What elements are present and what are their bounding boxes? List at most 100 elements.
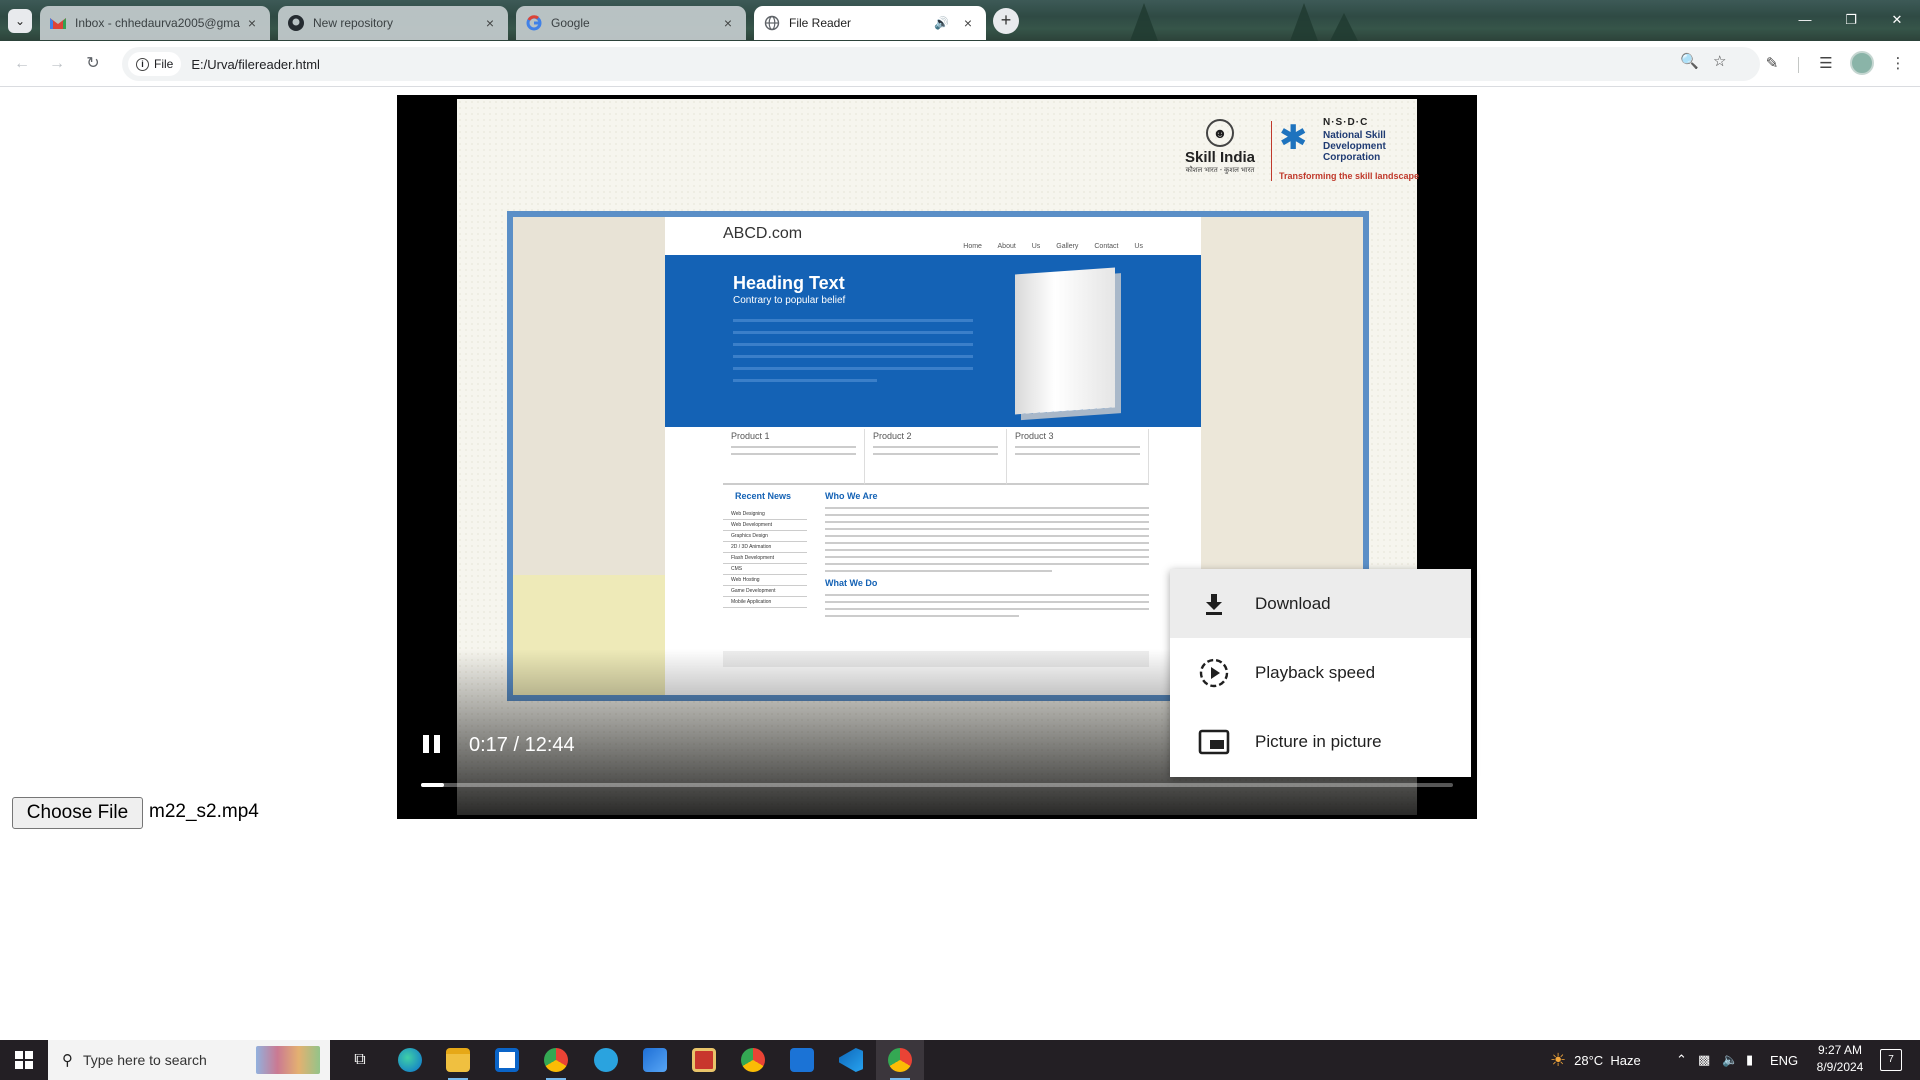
volume-icon[interactable]: 🔈 bbox=[1722, 1040, 1738, 1080]
taskbar-edge[interactable] bbox=[386, 1040, 434, 1080]
product-card: Product 1 bbox=[723, 429, 865, 485]
tab-search-button[interactable]: ⌄ bbox=[8, 9, 32, 33]
chip-label: File bbox=[154, 57, 174, 71]
vscode-icon bbox=[839, 1048, 863, 1072]
calendar-icon bbox=[692, 1048, 716, 1072]
forward-button[interactable]: → bbox=[45, 52, 69, 76]
extensions-icon[interactable]: ✎ bbox=[1760, 52, 1784, 76]
folder-icon bbox=[446, 1048, 470, 1072]
info-icon: i bbox=[136, 57, 149, 71]
speaker-icon[interactable]: 🔊 bbox=[934, 16, 952, 30]
nsdc-tagline: Transforming the skill landscape bbox=[1279, 171, 1420, 181]
weather-widget[interactable]: ☀ 28°C Haze bbox=[1550, 1040, 1641, 1080]
taskbar-chrome-2[interactable] bbox=[729, 1040, 777, 1080]
taskbar-chrome[interactable] bbox=[532, 1040, 580, 1080]
taskbar-calendar-app[interactable] bbox=[680, 1040, 728, 1080]
download-icon bbox=[1198, 588, 1230, 620]
menu-item-download[interactable]: Download bbox=[1170, 569, 1471, 638]
menu-item-label: Download bbox=[1255, 593, 1331, 613]
taskbar-mail[interactable] bbox=[778, 1040, 826, 1080]
close-window-icon[interactable]: ✕ bbox=[1882, 8, 1912, 32]
haze-sun-icon: ☀ bbox=[1550, 1049, 1567, 1070]
taskbar-vscode[interactable] bbox=[827, 1040, 875, 1080]
windows-taskbar: ⚲ Type here to search ⧉ ☀ 28°C Haze ⌃ ▩ … bbox=[0, 1040, 1920, 1080]
menu-item-playback-speed[interactable]: Playback speed bbox=[1170, 638, 1471, 707]
gmail-icon bbox=[50, 15, 66, 31]
choose-file-button[interactable]: Choose File bbox=[12, 797, 143, 829]
chevron-down-icon: ⌄ bbox=[14, 14, 26, 28]
product-card: Product 3 bbox=[1007, 429, 1149, 485]
sample-website: ABCD.com Home About Us Gallery Contact U… bbox=[665, 217, 1201, 695]
taskbar-clock[interactable]: 9:27 AM 8/9/2024 bbox=[1804, 1042, 1876, 1076]
browser-toolbar: ← → ↻ i File E:/Urva/filereader.html 🔍 ☆… bbox=[0, 41, 1920, 87]
product-card: Product 2 bbox=[865, 429, 1007, 485]
picture-in-picture-icon bbox=[1198, 726, 1230, 758]
taskbar-telegram[interactable] bbox=[582, 1040, 630, 1080]
browser-tab-strip: ⌄ Inbox - chhedaurva2005@gma × New repos… bbox=[0, 0, 1920, 41]
menu-item-picture-in-picture[interactable]: Picture in picture bbox=[1170, 707, 1471, 776]
tab-gmail[interactable]: Inbox - chhedaurva2005@gma × bbox=[40, 6, 270, 40]
taskbar-app[interactable] bbox=[631, 1040, 679, 1080]
edge-icon bbox=[398, 1048, 422, 1072]
nsdc-name: National Skill Development Corporation bbox=[1323, 130, 1386, 163]
restore-icon[interactable]: ❐ bbox=[1836, 8, 1866, 32]
profile-avatar[interactable] bbox=[1850, 51, 1874, 75]
close-tab-icon[interactable]: × bbox=[960, 15, 976, 31]
progress-fill bbox=[421, 783, 444, 787]
nsdc-acronym: N·S·D·C bbox=[1323, 117, 1369, 128]
taskbar-store[interactable] bbox=[483, 1040, 531, 1080]
tab-github[interactable]: New repository × bbox=[278, 6, 508, 40]
video-overflow-menu: Download Playback speed Picture in pictu… bbox=[1170, 569, 1471, 777]
app-icon bbox=[643, 1048, 667, 1072]
address-bar[interactable]: i File E:/Urva/filereader.html bbox=[122, 47, 1760, 81]
hero-subheading: Contrary to popular belief bbox=[733, 295, 846, 306]
site-hero: Heading Text Contrary to popular belief bbox=[665, 255, 1201, 427]
weather-text: 28°C Haze bbox=[1574, 1052, 1641, 1068]
nsdc-star-icon: ✱ bbox=[1279, 119, 1308, 157]
more-menu-icon[interactable]: ⋮ bbox=[1886, 52, 1910, 76]
tab-file-reader[interactable]: File Reader 🔊 × bbox=[754, 6, 986, 40]
battery-icon[interactable]: ▮ bbox=[1746, 1040, 1753, 1080]
new-tab-button[interactable]: + bbox=[993, 8, 1019, 34]
skill-india-subtext: कौशल भारत - कुशल भारत bbox=[1185, 167, 1255, 174]
taskbar-chrome-active[interactable] bbox=[876, 1040, 924, 1080]
bookmark-star-icon[interactable]: ☆ bbox=[1713, 52, 1726, 70]
progress-bar[interactable] bbox=[421, 783, 1453, 787]
media-controls-icon[interactable]: ☰ bbox=[1814, 52, 1838, 76]
google-icon bbox=[526, 15, 542, 31]
windows-logo-icon bbox=[15, 1051, 33, 1069]
reload-button[interactable]: ↻ bbox=[81, 52, 105, 76]
language-indicator[interactable]: ENG bbox=[1770, 1040, 1798, 1080]
url-text[interactable]: E:/Urva/filereader.html bbox=[191, 57, 320, 72]
search-placeholder: Type here to search bbox=[83, 1052, 207, 1068]
search-icon: ⚲ bbox=[62, 1052, 73, 1069]
taskbar-search[interactable]: ⚲ Type here to search bbox=[48, 1040, 330, 1080]
recent-news: Recent News Web Designing Web Developmen… bbox=[723, 491, 807, 608]
chrome-icon bbox=[741, 1048, 765, 1072]
notifications-icon[interactable]: 7 bbox=[1880, 1049, 1902, 1071]
chrome-icon bbox=[888, 1048, 912, 1072]
minimize-icon[interactable]: — bbox=[1790, 8, 1820, 32]
background-tree bbox=[1290, 3, 1318, 41]
task-view-button[interactable]: ⧉ bbox=[336, 1040, 384, 1080]
show-hidden-icons[interactable]: ⌃ bbox=[1676, 1040, 1687, 1080]
pause-icon bbox=[434, 735, 440, 753]
tab-title: New repository bbox=[313, 16, 394, 30]
close-tab-icon[interactable]: × bbox=[482, 15, 498, 31]
close-tab-icon[interactable]: × bbox=[720, 15, 736, 31]
site-info-chip[interactable]: i File bbox=[128, 52, 182, 76]
back-button[interactable]: ← bbox=[10, 52, 34, 76]
logos: ☻ Skill India कौशल भारत - कुशल भारत ✱ N·… bbox=[1175, 117, 1419, 189]
start-button[interactable] bbox=[0, 1040, 48, 1080]
network-icon[interactable]: ▩ bbox=[1698, 1040, 1710, 1080]
hero-text-lines bbox=[733, 319, 973, 391]
pause-button[interactable] bbox=[423, 735, 443, 755]
taskbar-file-explorer[interactable] bbox=[434, 1040, 482, 1080]
tab-google[interactable]: Google × bbox=[516, 6, 746, 40]
zoom-icon[interactable]: 🔍 bbox=[1680, 52, 1699, 70]
tab-title: Google bbox=[551, 16, 590, 30]
close-tab-icon[interactable]: × bbox=[244, 15, 260, 31]
skill-india-text: Skill India bbox=[1184, 149, 1256, 166]
tab-title: Inbox - chhedaurva2005@gma bbox=[75, 16, 240, 30]
menu-item-label: Picture in picture bbox=[1255, 731, 1382, 751]
